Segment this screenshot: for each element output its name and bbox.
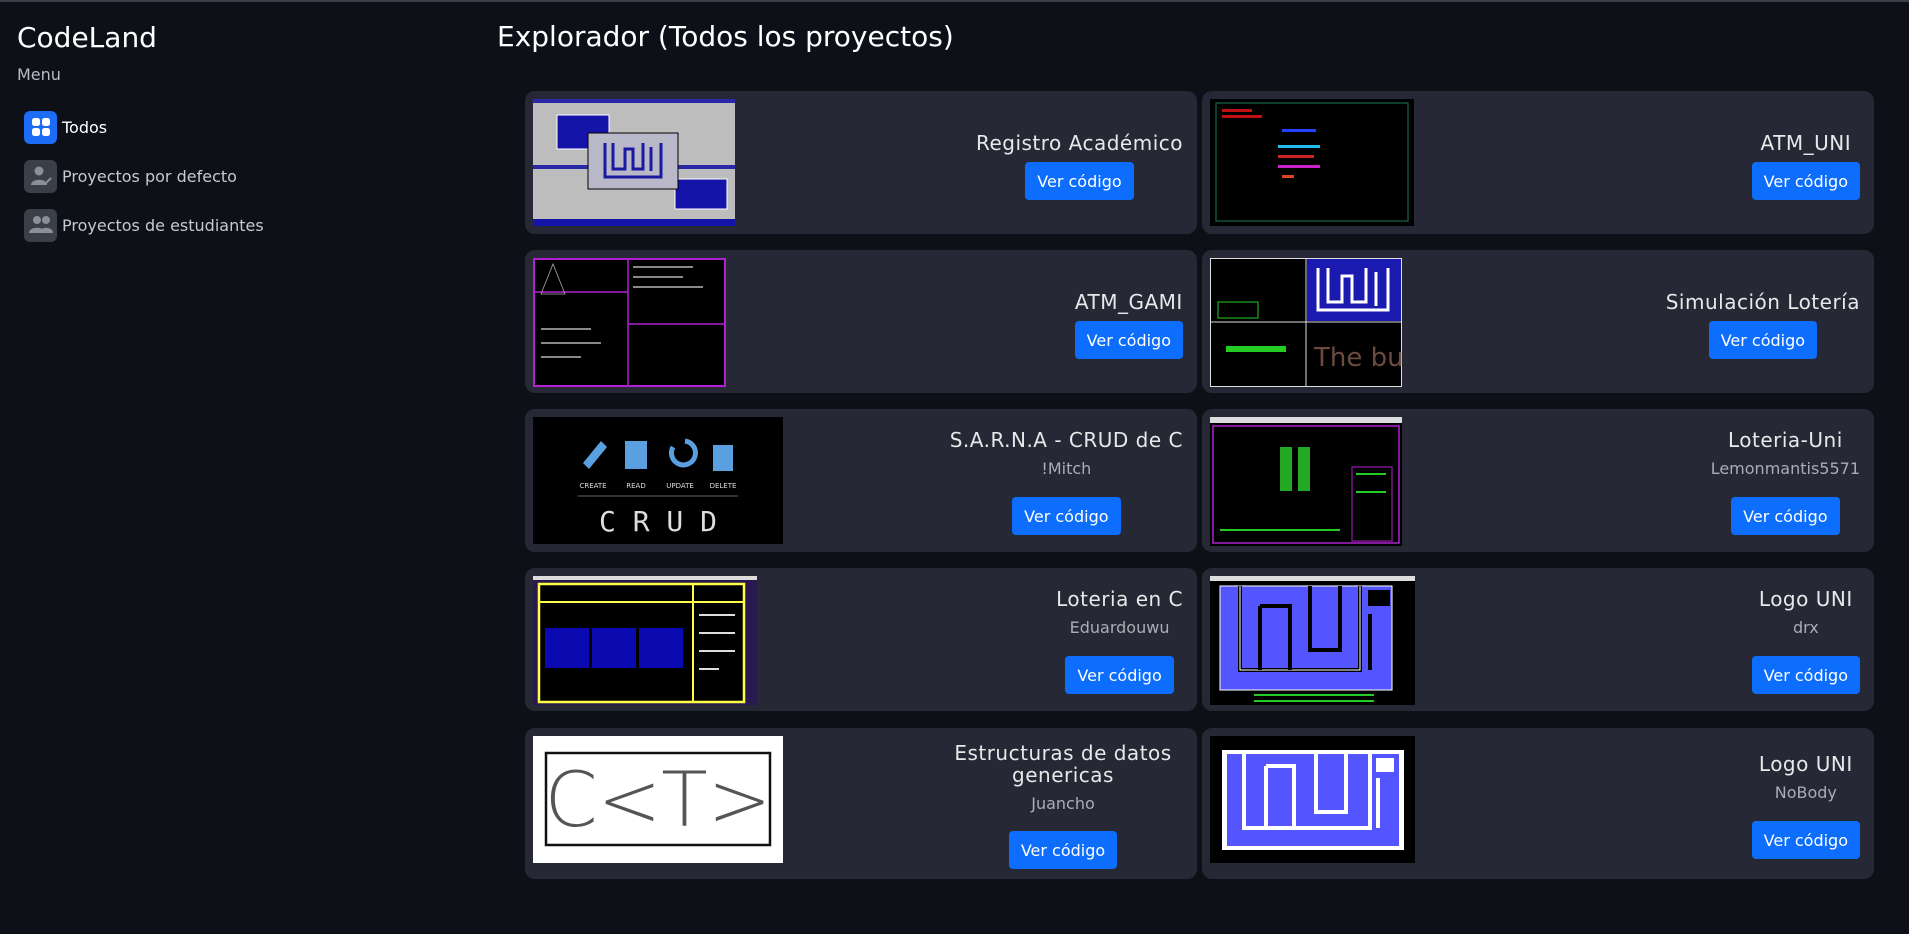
project-info: Estructuras de datos genericas Juancho V… — [943, 742, 1183, 869]
project-thumbnail[interactable] — [533, 258, 726, 387]
crud-label-read: READ — [626, 482, 645, 490]
project-title: Estructuras de datos genericas — [954, 741, 1172, 787]
project-title: Logo UNI — [1758, 587, 1853, 611]
project-thumbnail[interactable] — [533, 576, 757, 705]
view-code-button[interactable]: Ver código — [1025, 162, 1134, 200]
grid-icon — [24, 110, 57, 144]
project-title: Loteria en C — [1056, 587, 1183, 611]
crud-label-delete: DELETE — [710, 482, 737, 490]
project-author: Lemonmantis5571 — [1710, 459, 1860, 478]
sidebar-item-todos[interactable]: Todos — [24, 110, 107, 144]
project-card: Logo UNI drx Ver código — [1202, 568, 1874, 711]
project-author: Eduardouwu — [1069, 618, 1170, 637]
project-info: Loteria-Uni Lemonmantis5571 Ver código — [1711, 429, 1860, 535]
sidebar-item-proyectos-de-estudiantes[interactable]: Proyectos de estudiantes — [24, 208, 264, 242]
project-card: Registro Académico Ver código — [525, 91, 1197, 234]
view-code-button[interactable]: Ver código — [1008, 831, 1118, 869]
crud-label-create: CREATE — [579, 482, 606, 490]
project-card: ATM_GAMI Ver código — [525, 250, 1197, 393]
project-card: Logo UNI NoBody Ver código — [1202, 728, 1874, 879]
crud-label-update: UPDATE — [666, 482, 694, 490]
project-thumbnail[interactable] — [1210, 417, 1402, 546]
project-title: Logo UNI — [1758, 752, 1853, 776]
project-card: Loteria en C Eduardouwu Ver código — [525, 568, 1197, 711]
project-thumbnail[interactable]: The bug — [1210, 258, 1402, 387]
view-code-button[interactable]: Ver código — [1065, 656, 1174, 694]
project-thumbnail[interactable] — [1210, 99, 1414, 226]
svg-text:The bug: The bug — [1313, 343, 1402, 373]
project-card: Loteria-Uni Lemonmantis5571 Ver código — [1202, 409, 1874, 552]
project-info: ATM_UNI Ver código — [1751, 131, 1860, 200]
project-thumbnail[interactable] — [1210, 736, 1415, 863]
view-code-button[interactable]: Ver código — [1012, 497, 1121, 535]
sidebar-item-label: Proyectos de estudiantes — [62, 215, 264, 235]
project-info: Logo UNI NoBody Ver código — [1751, 752, 1860, 859]
brand-title: CodeLand — [17, 21, 157, 54]
sidebar-item-label: Todos — [62, 117, 108, 137]
users-icon — [24, 208, 57, 242]
project-title: ATM_UNI — [1760, 131, 1852, 155]
sidebar-item-proyectos-por-defecto[interactable]: Proyectos por defecto — [24, 159, 237, 193]
project-thumbnail[interactable] — [1210, 576, 1415, 705]
sidebar-item-label: Proyectos por defecto — [62, 166, 237, 186]
menu-label: Menu — [17, 65, 61, 84]
project-title: Loteria-Uni — [1727, 428, 1843, 452]
project-thumbnail[interactable]: C<T> — [533, 736, 783, 863]
project-info: S.A.R.N.A - CRUD de C !Mitch Ver código — [950, 429, 1183, 535]
view-code-button[interactable]: Ver código — [1751, 162, 1860, 200]
project-author: !Mitch — [1041, 459, 1092, 478]
view-code-button[interactable]: Ver código — [1751, 656, 1860, 694]
project-card: CREATE READ UPDATE DELETE C R U D S.A.R.… — [525, 409, 1197, 552]
project-info: Logo UNI drx Ver código — [1751, 587, 1860, 694]
project-title: Registro Académico — [975, 131, 1183, 155]
page-title: Explorador (Todos los proyectos) — [497, 20, 954, 53]
project-info: ATM_GAMI Ver código — [1074, 290, 1183, 359]
project-info: Simulación Lotería Ver código — [1666, 291, 1860, 359]
view-code-button[interactable]: Ver código — [1708, 321, 1818, 359]
project-info: Loteria en C Eduardouwu Ver código — [1056, 588, 1183, 694]
project-card: The bug Simulación Lotería Ver código — [1202, 250, 1874, 393]
project-title: ATM_GAMI — [1074, 290, 1183, 314]
ct-logo-text: C<T> — [545, 755, 772, 844]
project-author: Juancho — [1031, 794, 1095, 813]
sidebar: CodeLand Menu Todos Proyectos por defect… — [0, 0, 480, 934]
project-title: Simulación Lotería — [1665, 290, 1860, 314]
view-code-button[interactable]: Ver código — [1751, 821, 1860, 859]
view-code-button[interactable]: Ver código — [1731, 497, 1840, 535]
project-author: NoBody — [1774, 783, 1837, 802]
project-thumbnail[interactable]: CREATE READ UPDATE DELETE C R U D — [533, 417, 783, 544]
project-thumbnail[interactable] — [533, 99, 735, 226]
project-card: ATM_UNI Ver código — [1202, 91, 1874, 234]
crud-big-text: C R U D — [599, 505, 717, 538]
project-author: drx — [1792, 618, 1819, 637]
project-card: C<T> Estructuras de datos genericas Juan… — [525, 728, 1197, 879]
project-title: S.A.R.N.A - CRUD de C — [949, 428, 1183, 452]
project-info: Registro Académico Ver código — [976, 132, 1183, 200]
user-check-icon — [24, 159, 57, 193]
view-code-button[interactable]: Ver código — [1074, 321, 1183, 359]
